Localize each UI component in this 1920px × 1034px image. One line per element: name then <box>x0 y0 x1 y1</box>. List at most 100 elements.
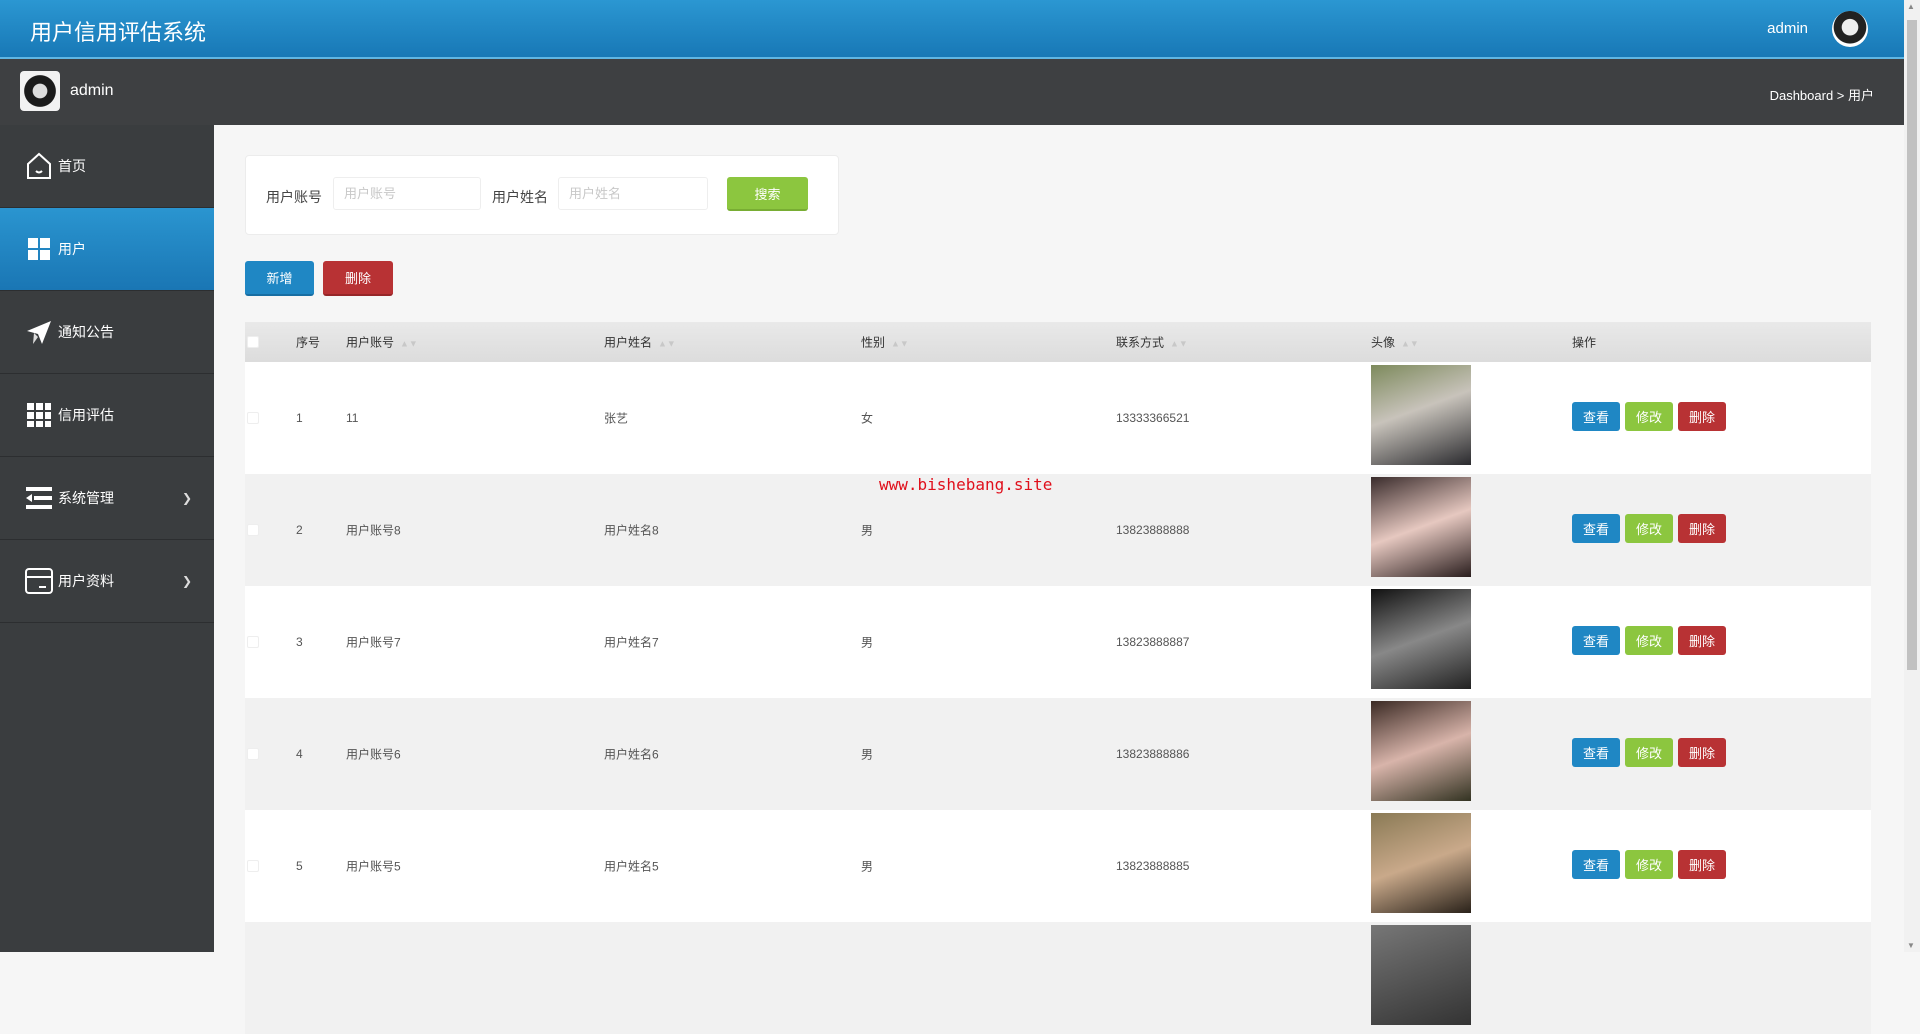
row-checkbox[interactable] <box>247 860 259 872</box>
edit-button[interactable]: 修改 <box>1625 738 1673 767</box>
header-avatar[interactable] <box>1832 11 1868 47</box>
header-label: 用户账号 <box>346 335 395 350</box>
user-avatar-image <box>1371 589 1471 689</box>
row-phone: 13333366521 <box>1116 411 1190 425</box>
row-gender: 男 <box>861 635 874 650</box>
paper-plane-icon <box>25 318 53 346</box>
user-avatar-image <box>1371 701 1471 801</box>
sidebar-item-credit-evaluation[interactable]: 信用评估 <box>0 374 214 457</box>
sidebar-item-users[interactable]: 用户 <box>0 208 214 291</box>
view-button[interactable]: 查看 <box>1572 626 1620 655</box>
row-phone: 13823888887 <box>1116 635 1190 649</box>
add-button[interactable]: 新增 <box>245 261 314 296</box>
select-all-checkbox[interactable] <box>247 336 259 348</box>
sidebar-item-user-profile[interactable]: 用户资料 ❯ <box>0 540 214 623</box>
delete-button[interactable]: 删除 <box>1678 738 1726 767</box>
header-account[interactable]: 用户账号 ▲▼ <box>346 334 418 351</box>
user-avatar <box>20 71 60 111</box>
edit-button[interactable]: 修改 <box>1625 850 1673 879</box>
sidebar-item-label: 首页 <box>58 158 86 174</box>
row-phone: 13823888885 <box>1116 859 1190 873</box>
search-panel: 用户账号 用户姓名 搜索 <box>245 155 839 235</box>
grid-icon <box>25 235 53 263</box>
view-button[interactable]: 查看 <box>1572 514 1620 543</box>
header-no: 序号 <box>296 335 321 350</box>
header-username[interactable]: admin <box>1767 20 1808 37</box>
row-account: 用户账号7 <box>346 635 401 650</box>
edit-button[interactable]: 修改 <box>1625 402 1673 431</box>
row-gender: 男 <box>861 859 874 874</box>
header-label: 用户姓名 <box>604 335 653 350</box>
view-button[interactable]: 查看 <box>1572 402 1620 431</box>
breadcrumb: Dashboard > 用户 <box>1769 88 1874 103</box>
row-phone: 13823888888 <box>1116 523 1190 537</box>
delete-button[interactable]: 删除 <box>1678 402 1726 431</box>
edit-button[interactable]: 修改 <box>1625 626 1673 655</box>
sidebar-item-label: 信用评估 <box>58 407 114 423</box>
sidebar-username: admin <box>70 82 114 99</box>
batch-delete-button[interactable]: 删除 <box>323 261 393 296</box>
row-name: 张艺 <box>604 411 629 426</box>
row-name: 用户姓名7 <box>604 635 659 650</box>
menu-icon <box>25 484 53 512</box>
watermark: www.bishebang.site <box>879 475 1053 494</box>
row-checkbox[interactable] <box>247 636 259 648</box>
header-gender[interactable]: 性别 ▲▼ <box>861 334 909 351</box>
top-header: 用户信用评估系统 admin <box>0 0 1904 59</box>
row-account: 用户账号5 <box>346 859 401 874</box>
app-title: 用户信用评估系统 <box>30 20 207 45</box>
delete-button[interactable]: 删除 <box>1678 850 1726 879</box>
edit-button[interactable]: 修改 <box>1625 514 1673 543</box>
header-label: 联系方式 <box>1116 335 1165 350</box>
sort-icon: ▲▼ <box>891 338 909 349</box>
header-actions: 操作 <box>1572 335 1597 350</box>
user-avatar-image <box>1371 813 1471 913</box>
search-button[interactable]: 搜索 <box>727 177 808 211</box>
card-icon <box>25 567 53 595</box>
row-account: 用户账号8 <box>346 523 401 538</box>
sort-icon: ▲▼ <box>1401 338 1419 349</box>
name-label: 用户姓名 <box>492 189 548 205</box>
table-row: 3 用户账号7 用户姓名7 男 13823888887 查看 修改 删除 <box>245 586 1871 698</box>
apps-icon <box>25 401 53 429</box>
header-label: 性别 <box>861 335 886 350</box>
sidebar-item-label: 用户资料 <box>58 573 114 589</box>
row-phone: 13823888886 <box>1116 747 1190 761</box>
header-phone[interactable]: 联系方式 ▲▼ <box>1116 334 1188 351</box>
row-checkbox[interactable] <box>247 524 259 536</box>
chevron-down-icon: ❯ <box>182 574 193 588</box>
row-no: 3 <box>296 635 303 649</box>
user-avatar-image <box>1371 365 1471 465</box>
row-gender: 男 <box>861 747 874 762</box>
row-name: 用户姓名5 <box>604 859 659 874</box>
row-checkbox[interactable] <box>247 412 259 424</box>
table-header: 序号 用户账号 ▲▼ 用户姓名 ▲▼ 性别 ▲▼ 联系方式 ▲▼ 头像 ▲▼ 操作 <box>245 322 1871 362</box>
name-input[interactable] <box>558 177 708 210</box>
scrollbar-thumb[interactable] <box>1907 20 1917 670</box>
table-row: 1 11 张艺女 13333366521 查看 修改 删除 <box>245 362 1871 474</box>
row-no: 2 <box>296 523 303 537</box>
view-button[interactable]: 查看 <box>1572 738 1620 767</box>
delete-button[interactable]: 删除 <box>1678 514 1726 543</box>
page-scrollbar[interactable]: ▲ ▼ <box>1904 0 1920 952</box>
delete-button[interactable]: 删除 <box>1678 626 1726 655</box>
header-avatar[interactable]: 头像 ▲▼ <box>1371 334 1419 351</box>
scroll-down-icon[interactable]: ▼ <box>1907 941 1915 950</box>
table-row: 4 用户账号6 用户姓名6 男 13823888886 查看 修改 删除 <box>245 698 1871 810</box>
row-checkbox[interactable] <box>247 748 259 760</box>
row-account: 11 <box>346 411 359 425</box>
account-input[interactable] <box>333 177 481 210</box>
header-label: 头像 <box>1371 335 1396 350</box>
scroll-up-icon[interactable]: ▲ <box>1907 2 1915 11</box>
row-name: 用户姓名6 <box>604 747 659 762</box>
row-no: 5 <box>296 859 303 873</box>
row-name: 用户姓名8 <box>604 523 659 538</box>
sidebar: 首页 用户 通知公告 信用评估 系统管理 ❯ 用户资料 ❯ <box>0 125 214 952</box>
row-no: 1 <box>296 411 303 425</box>
sidebar-item-system-management[interactable]: 系统管理 ❯ <box>0 457 214 540</box>
user-avatar-image <box>1371 477 1471 577</box>
view-button[interactable]: 查看 <box>1572 850 1620 879</box>
sidebar-item-home[interactable]: 首页 <box>0 125 214 208</box>
header-name[interactable]: 用户姓名 ▲▼ <box>604 334 676 351</box>
sidebar-item-notices[interactable]: 通知公告 <box>0 291 214 374</box>
